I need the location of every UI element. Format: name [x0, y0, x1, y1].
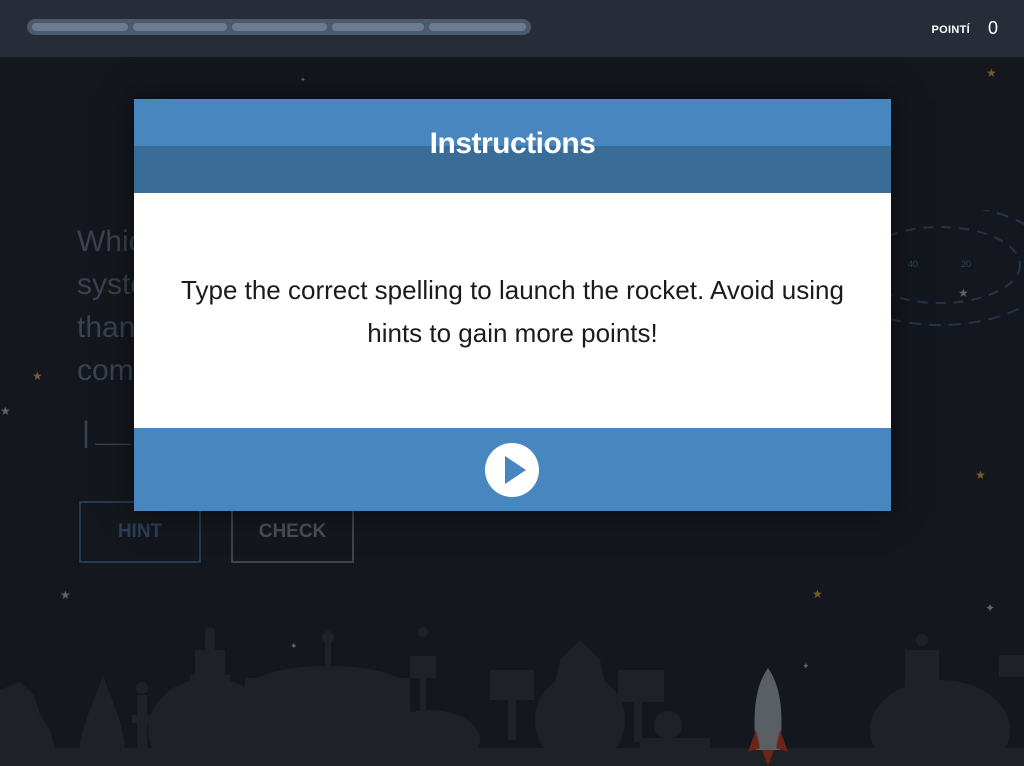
- play-icon: [505, 456, 526, 484]
- play-button[interactable]: [485, 443, 539, 497]
- modal-footer: [134, 428, 891, 511]
- modal-header: Instructions: [134, 99, 891, 193]
- instructions-modal: Instructions Type the correct spelling t…: [134, 99, 891, 511]
- instructions-text: Type the correct spelling to launch the …: [181, 275, 844, 348]
- modal-title: Instructions: [429, 127, 596, 160]
